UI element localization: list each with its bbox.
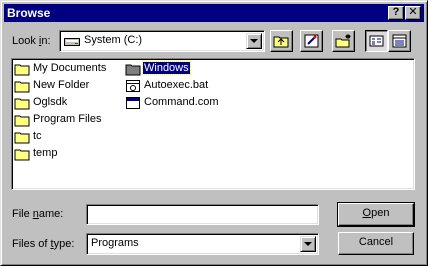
create-new-folder-button[interactable] (332, 30, 355, 52)
folder-icon (14, 113, 30, 130)
close-icon: ✕ (408, 6, 418, 18)
folder-icon (14, 79, 30, 96)
files-of-type-combo[interactable]: Programs (86, 233, 319, 255)
file-list[interactable]: My Documents New Folder Oglsdk Program F… (11, 58, 415, 190)
files-of-type-value: Programs (91, 237, 139, 249)
help-icon: ? (392, 6, 400, 18)
open-button[interactable]: Open (337, 202, 415, 227)
folder-icon (14, 96, 30, 113)
look-in-label: Look in: (12, 35, 51, 47)
drive-icon (64, 36, 80, 50)
folder-icon (14, 130, 30, 147)
list-view-button[interactable] (365, 30, 388, 52)
up-folder-icon (271, 36, 292, 54)
application-icon (125, 96, 141, 113)
folder-icon (125, 62, 141, 79)
title-bar[interactable]: Browse ? ✕ (4, 4, 424, 22)
look-in-combo[interactable]: System (C:) (59, 30, 265, 52)
dialog-title: Browse (7, 6, 51, 20)
look-in-value: System (C:) (84, 34, 143, 46)
new-folder-icon (333, 34, 354, 54)
files-of-type-label: Files of type: (12, 238, 75, 250)
look-in-dropdown-button[interactable] (246, 33, 262, 49)
folder-icon (14, 147, 30, 164)
details-view-button[interactable] (388, 30, 411, 52)
browse-dialog: Browse ? ✕ Look in: System (C:) My Docum… (0, 0, 428, 266)
folder-icon (14, 62, 30, 79)
details-view-icon (389, 34, 410, 54)
desktop-button[interactable] (300, 30, 323, 52)
desktop-icon (301, 34, 322, 54)
batch-file-icon (125, 79, 141, 96)
help-button[interactable]: ? (388, 6, 404, 20)
up-one-level-button[interactable] (270, 30, 293, 52)
files-of-type-dropdown-button[interactable] (300, 236, 316, 252)
close-button[interactable]: ✕ (405, 6, 421, 20)
cancel-button[interactable]: Cancel (338, 232, 414, 255)
list-view-icon (366, 35, 387, 54)
file-name-input[interactable] (86, 204, 319, 225)
file-name-label: File name: (12, 208, 64, 220)
